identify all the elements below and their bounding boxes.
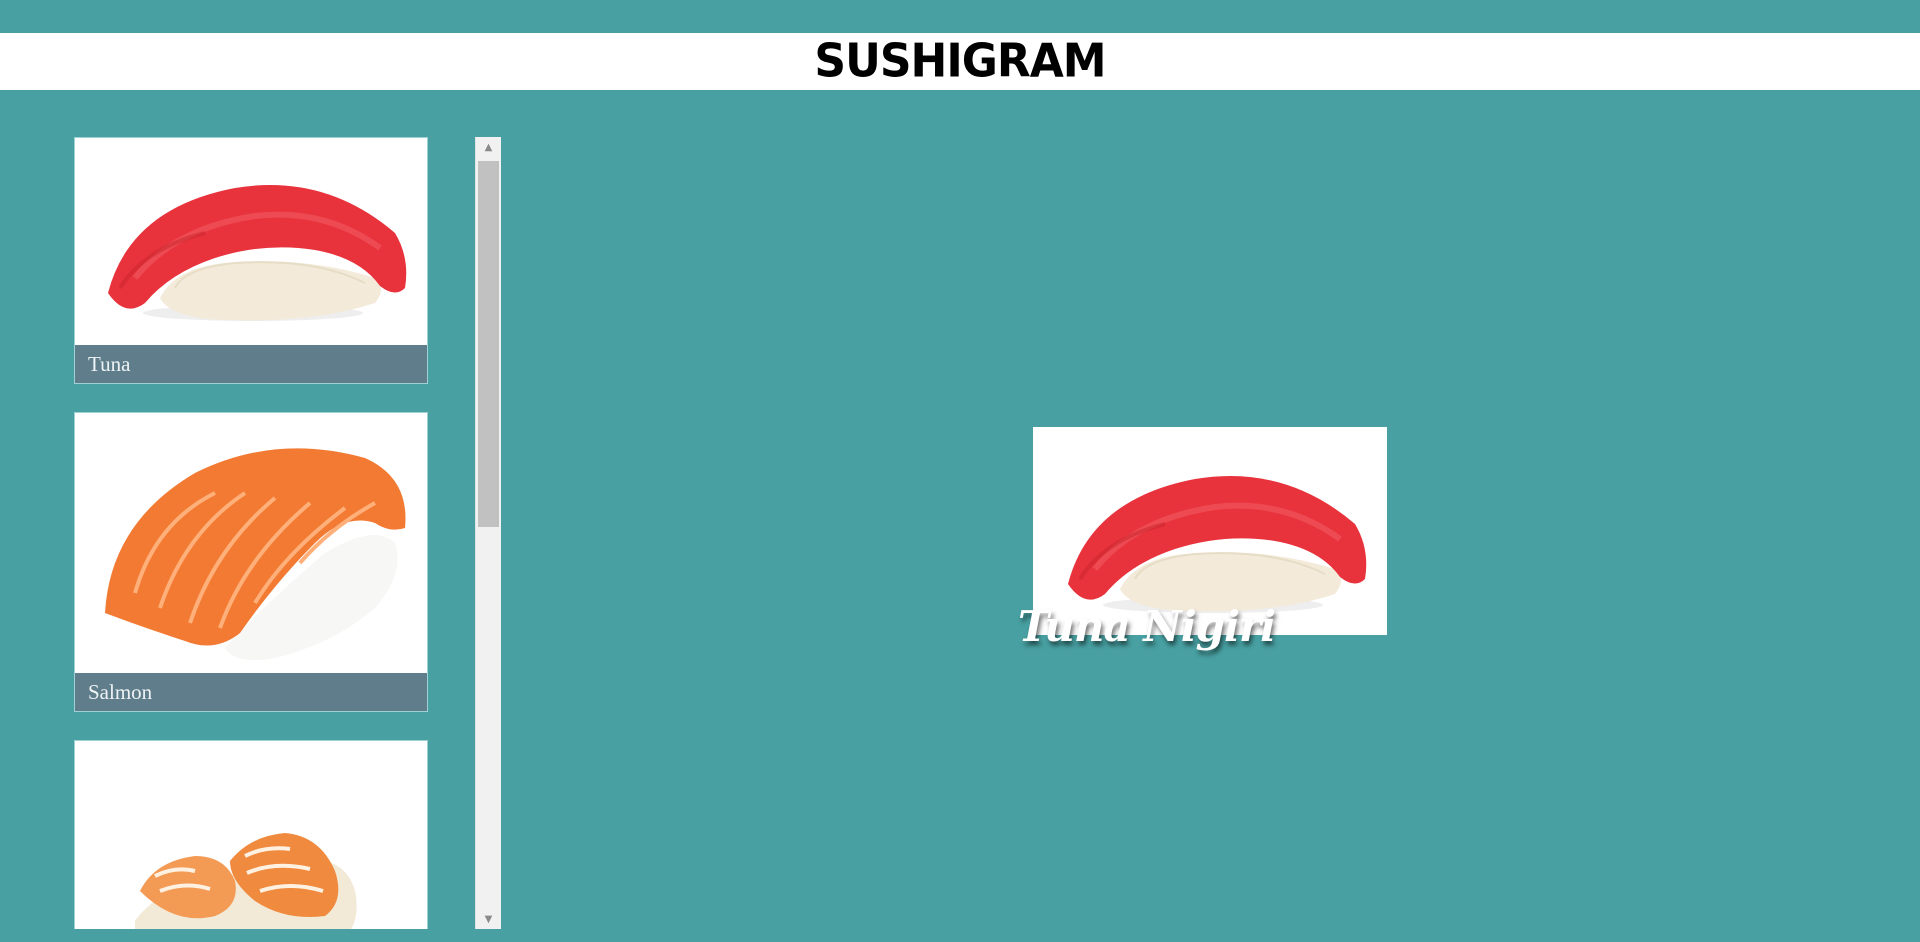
tuna-nigiri-image	[75, 138, 427, 345]
shrimp-nigiri-image	[75, 741, 427, 929]
scroll-down-arrow-icon[interactable]: ▼	[476, 909, 501, 929]
sushi-list[interactable]: Tuna Salmon	[74, 137, 428, 929]
app-logo[interactable]: SUSHIGRAM	[814, 35, 1106, 89]
scroll-up-arrow-icon[interactable]: ▲	[476, 137, 501, 157]
top-bar	[0, 0, 1920, 33]
list-item-tuna[interactable]: Tuna	[74, 137, 428, 384]
salmon-nigiri-image	[75, 413, 427, 673]
header: SUSHIGRAM	[0, 33, 1920, 90]
list-item-salmon[interactable]: Salmon	[74, 412, 428, 712]
detail-title: Tuna Nigiri	[1018, 602, 1276, 651]
list-item-label: Salmon	[75, 673, 427, 711]
list-scrollbar[interactable]: ▲ ▼	[475, 137, 501, 929]
list-item-label: Tuna	[75, 345, 427, 383]
list-item-shrimp[interactable]	[74, 740, 428, 929]
scroll-thumb[interactable]	[478, 161, 499, 527]
